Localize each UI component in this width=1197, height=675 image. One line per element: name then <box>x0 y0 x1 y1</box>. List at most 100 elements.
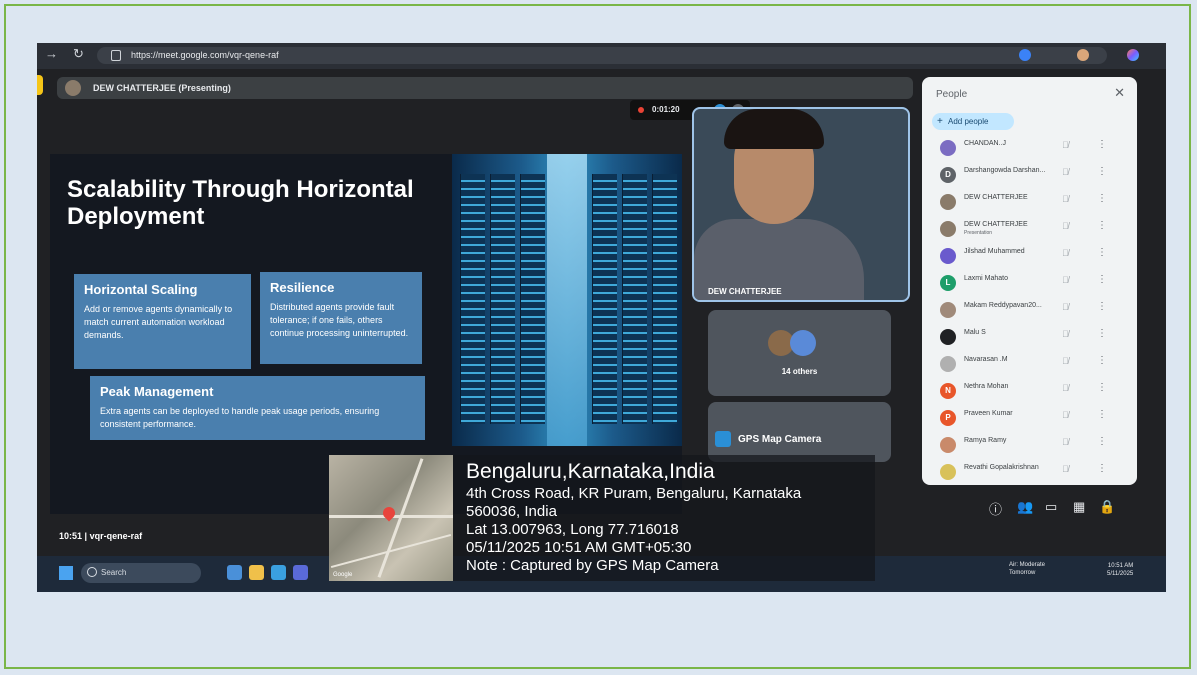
mic-off-icon: 🎙̸ <box>1062 410 1069 420</box>
add-people-button[interactable]: + Add people <box>932 113 1014 130</box>
clock-date: 5/11/2025 <box>1107 571 1134 577</box>
mic-off-icon: 🎙̸ <box>1062 437 1069 447</box>
add-people-label: Add people <box>948 117 989 126</box>
card-body: Distributed agents provide fault toleran… <box>270 302 409 338</box>
more-options-icon[interactable]: ⋮ <box>1097 328 1107 339</box>
participant-row[interactable]: Makam Reddypavan20... 🎙̸ ⋮ <box>932 297 1127 324</box>
info-icon[interactable]: ⓘ <box>989 499 1002 518</box>
chat-icon[interactable]: ▭ <box>1045 499 1057 515</box>
mic-off-icon: 🎙̸ <box>1062 302 1069 312</box>
more-options-icon[interactable]: ⋮ <box>1097 355 1107 366</box>
participant-row[interactable]: CHANDAN..J 🎙̸ ⋮ <box>932 135 1127 162</box>
reload-icon[interactable]: ↻ <box>73 46 84 62</box>
avatar <box>940 464 956 480</box>
card-resilience: Resilience Distributed agents provide fa… <box>260 272 422 364</box>
store-icon[interactable] <box>271 565 286 580</box>
gps-camera-tile[interactable]: GPS Map Camera <box>708 402 891 462</box>
taskbar-search[interactable]: Search <box>81 563 201 583</box>
avatar <box>940 221 956 237</box>
meet-side-tab[interactable] <box>37 75 43 95</box>
others-count: 14 others <box>781 367 818 376</box>
gps-note: Note : Captured by GPS Map Camera <box>466 557 719 574</box>
mic-off-icon: 🎙̸ <box>1062 383 1069 393</box>
avatar <box>940 140 956 156</box>
participant-name: Makam Reddypavan20... <box>964 302 1042 309</box>
more-options-icon[interactable]: ⋮ <box>1097 166 1107 177</box>
card-heading: Peak Management <box>100 384 214 399</box>
activities-icon[interactable]: ▦ <box>1073 499 1085 515</box>
star-icon[interactable] <box>1019 49 1031 61</box>
gps-city: Bengaluru,Karnataka,India <box>466 460 715 483</box>
more-options-icon[interactable]: ⋮ <box>1097 409 1107 420</box>
gps-tile-label: GPS Map Camera <box>738 434 822 445</box>
participant-row[interactable]: Navarasan .M 🎙̸ ⋮ <box>932 351 1127 378</box>
map-attribution: Google <box>333 572 353 578</box>
participant-row[interactable]: D Darshangowda Darshan... 🎙̸ ⋮ <box>932 162 1127 189</box>
more-options-icon[interactable]: ⋮ <box>1097 274 1107 285</box>
copilot-icon[interactable] <box>1127 49 1139 61</box>
avatar <box>940 302 956 318</box>
air-quality: Air: Moderate <box>1009 562 1046 568</box>
participant-name: DEW CHATTERJEE <box>964 194 1028 201</box>
start-icon[interactable] <box>59 566 73 580</box>
taskbar-app-icon[interactable] <box>227 565 242 580</box>
mic-off-icon: 🎙̸ <box>1062 167 1069 177</box>
participant-row[interactable]: N Nethra Mohan 🎙̸ ⋮ <box>932 378 1127 405</box>
participant-name: Navarasan .M <box>964 356 1008 363</box>
avatar: N <box>940 383 956 399</box>
participant-video-tile[interactable]: DEW CHATTERJEE <box>692 107 910 302</box>
avatar <box>940 356 956 372</box>
participant-name: Malu S <box>964 329 986 336</box>
site-info-icon[interactable] <box>111 50 121 61</box>
gps-datetime: 05/11/2025 10:51 AM GMT+05:30 <box>466 539 692 556</box>
more-options-icon[interactable]: ⋮ <box>1097 301 1107 312</box>
forward-icon[interactable]: → <box>45 46 58 61</box>
participant-name: Ramya Ramy <box>964 437 1007 444</box>
taskbar-app-icon[interactable] <box>293 565 308 580</box>
avatar <box>790 330 816 356</box>
profile-avatar[interactable] <box>1077 49 1089 61</box>
more-options-icon[interactable]: ⋮ <box>1097 139 1107 150</box>
participant-name: Laxmi Mahato <box>964 275 1008 282</box>
mic-off-icon: 🎙̸ <box>1062 221 1069 231</box>
presenter-bar: DEW CHATTERJEE (Presenting) <box>57 77 913 99</box>
participant-name: Revathi Gopalakrishnan <box>964 464 1039 471</box>
others-tile[interactable]: 14 others <box>708 310 891 396</box>
more-options-icon[interactable]: ⋮ <box>1097 463 1107 474</box>
avatar <box>940 248 956 264</box>
host-controls-icon[interactable]: 🔒 <box>1099 499 1115 515</box>
system-clock[interactable]: 10:51 AM 5/11/2025 <box>1107 562 1133 578</box>
participant-name: Jilshad Muhammed <box>964 248 1025 255</box>
participant-list: CHANDAN..J 🎙̸ ⋮ D Darshangowda Darshan... 🎙̸ ⋮… <box>932 135 1127 486</box>
avatar <box>940 437 956 453</box>
folder-icon[interactable] <box>249 565 264 580</box>
mic-off-icon: 🎙̸ <box>1062 464 1069 474</box>
card-horizontal-scaling: Horizontal Scaling Add or remove agents … <box>74 274 251 369</box>
participant-row[interactable]: L Laxmi Mahato 🎙̸ ⋮ <box>932 270 1127 297</box>
more-options-icon[interactable]: ⋮ <box>1097 193 1107 204</box>
tile-participant-name: DEW CHATTERJEE <box>708 287 782 296</box>
more-options-icon[interactable]: ⋮ <box>1097 382 1107 393</box>
address-bar[interactable]: https://meet.google.com/vqr-qene-raf <box>97 47 1107 64</box>
participant-row[interactable]: DEW CHATTERJEE 🎙̸ ⋮ <box>932 189 1127 216</box>
avatar: D <box>940 167 956 183</box>
participant-name: CHANDAN..J <box>964 140 1007 147</box>
people-icon[interactable]: 👥 <box>1017 499 1033 515</box>
participant-row[interactable]: DEW CHATTERJEE Presentation 🎙̸ ⋮ <box>932 216 1127 243</box>
more-options-icon[interactable]: ⋮ <box>1097 247 1107 258</box>
card-heading: Resilience <box>270 280 335 295</box>
participant-row[interactable]: Ramya Ramy 🎙̸ ⋮ <box>932 432 1127 459</box>
weather-widget[interactable]: Air: Moderate Tomorrow <box>1009 561 1045 577</box>
gps-details: Bengaluru,Karnataka,India 4th Cross Road… <box>466 459 801 575</box>
meeting-info: 10:51 | vqr-qene-raf <box>59 531 143 541</box>
participant-row[interactable]: P Praveen Kumar 🎙̸ ⋮ <box>932 405 1127 432</box>
participant-name: Praveen Kumar <box>964 410 1013 417</box>
avatar: L <box>940 275 956 291</box>
participant-name: Darshangowda Darshan... <box>964 167 1046 174</box>
close-icon[interactable]: ✕ <box>1114 85 1125 101</box>
more-options-icon[interactable]: ⋮ <box>1097 220 1107 231</box>
more-options-icon[interactable]: ⋮ <box>1097 436 1107 447</box>
participant-row[interactable]: Revathi Gopalakrishnan 🎙̸ ⋮ <box>932 459 1127 486</box>
participant-row[interactable]: Malu S 🎙̸ ⋮ <box>932 324 1127 351</box>
participant-row[interactable]: Jilshad Muhammed 🎙̸ ⋮ <box>932 243 1127 270</box>
